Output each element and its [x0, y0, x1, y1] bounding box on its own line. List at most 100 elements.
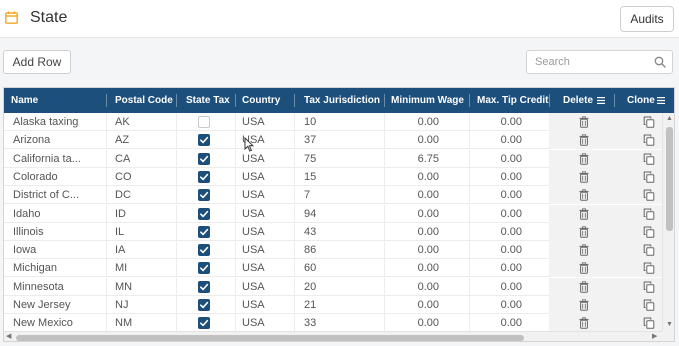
cell-name[interactable]: New Jersey	[13, 296, 105, 314]
cell-max-tip-credit[interactable]: 0.00	[469, 168, 522, 186]
cell-minimum-wage[interactable]: 0.00	[384, 296, 439, 314]
cell-country[interactable]: USA	[242, 296, 292, 314]
cell-minimum-wage[interactable]: 0.00	[384, 259, 439, 277]
cell-max-tip-credit[interactable]: 0.00	[469, 186, 522, 204]
cell-max-tip-credit[interactable]: 0.00	[469, 205, 522, 223]
cell-tax-jurisdiction[interactable]: 43	[304, 223, 384, 241]
table-row[interactable]: Alaska taxing AK USA 10 0.00 0.00	[4, 113, 662, 131]
table-row[interactable]: Idaho ID USA 94 0.00 0.00	[4, 204, 662, 223]
cell-max-tip-credit[interactable]: 0.00	[469, 241, 522, 259]
cell-postal-code[interactable]: NJ	[115, 296, 175, 314]
cell-country[interactable]: USA	[242, 168, 292, 186]
column-header-minimum-wage[interactable]: Minimum Wage	[384, 88, 464, 113]
state-tax-checkbox[interactable]	[198, 116, 210, 128]
trash-icon[interactable]	[578, 281, 590, 293]
cell-minimum-wage[interactable]: 0.00	[384, 186, 439, 204]
cell-name[interactable]: Michigan	[13, 259, 105, 277]
column-header-postal-code[interactable]: Postal Code	[108, 88, 173, 113]
cell-tax-jurisdiction[interactable]: 37	[304, 131, 384, 149]
cell-max-tip-credit[interactable]: 0.00	[469, 296, 522, 314]
cell-postal-code[interactable]: IA	[115, 241, 175, 259]
cell-max-tip-credit[interactable]: 0.00	[469, 259, 522, 277]
state-tax-checkbox[interactable]	[198, 299, 210, 311]
cell-max-tip-credit[interactable]: 0.00	[469, 150, 522, 168]
search-input[interactable]	[535, 54, 645, 70]
table-row[interactable]: Minnesota MN USA 20 0.00 0.00	[4, 277, 662, 296]
cell-minimum-wage[interactable]: 0.00	[384, 131, 439, 149]
column-menu-icon[interactable]	[597, 96, 606, 104]
cell-name[interactable]: Illinois	[13, 223, 105, 241]
clone-icon[interactable]	[643, 244, 655, 256]
clone-icon[interactable]	[643, 134, 655, 147]
column-header-tax-jurisdiction[interactable]: Tax Jurisdiction	[297, 88, 380, 113]
cell-max-tip-credit[interactable]: 0.00	[469, 223, 522, 241]
state-tax-checkbox[interactable]	[198, 244, 210, 257]
cell-country[interactable]: USA	[242, 259, 292, 277]
trash-icon[interactable]	[578, 226, 590, 238]
clone-icon[interactable]	[643, 317, 655, 330]
cell-tax-jurisdiction[interactable]: 21	[304, 296, 384, 314]
cell-tax-jurisdiction[interactable]: 94	[304, 205, 384, 223]
cell-minimum-wage[interactable]: 0.00	[384, 314, 439, 331]
column-header-clone[interactable]: Clone	[620, 88, 665, 113]
clone-icon[interactable]	[643, 226, 655, 238]
cell-country[interactable]: USA	[242, 186, 292, 204]
cell-country[interactable]: USA	[242, 314, 292, 331]
cell-max-tip-credit[interactable]: 0.00	[469, 278, 522, 296]
cell-postal-code[interactable]: CO	[115, 168, 175, 186]
trash-icon[interactable]	[578, 116, 590, 128]
column-header-max-tip-credit[interactable]: Max. Tip Credit	[470, 88, 549, 113]
trash-icon[interactable]	[578, 171, 590, 183]
state-tax-checkbox[interactable]	[198, 134, 210, 147]
cell-minimum-wage[interactable]: 0.00	[384, 223, 439, 241]
column-divider[interactable]	[294, 94, 295, 107]
table-row[interactable]: New Jersey NJ USA 21 0.00 0.00	[4, 296, 662, 314]
cell-country[interactable]: USA	[242, 241, 292, 259]
column-header-name[interactable]: Name	[4, 88, 38, 113]
trash-icon[interactable]	[578, 299, 590, 311]
cell-tax-jurisdiction[interactable]: 60	[304, 259, 384, 277]
cell-tax-jurisdiction[interactable]: 7	[304, 186, 384, 204]
clone-icon[interactable]	[643, 208, 655, 220]
cell-tax-jurisdiction[interactable]: 15	[304, 168, 384, 186]
scroll-left-arrow-icon[interactable]: ◀	[6, 333, 11, 341]
cell-max-tip-credit[interactable]: 0.00	[469, 131, 522, 149]
column-header-state-tax[interactable]: State Tax	[179, 88, 230, 113]
state-tax-checkbox[interactable]	[198, 262, 210, 275]
column-divider[interactable]	[614, 94, 615, 107]
cell-name[interactable]: New Mexico	[13, 314, 105, 331]
trash-icon[interactable]	[578, 152, 590, 165]
column-divider[interactable]	[549, 94, 550, 107]
cell-postal-code[interactable]: CA	[115, 150, 175, 168]
scroll-up-arrow-icon[interactable]: ▲	[666, 115, 673, 123]
cell-postal-code[interactable]: AZ	[115, 131, 175, 149]
cell-postal-code[interactable]: AK	[115, 113, 175, 131]
cell-postal-code[interactable]: IL	[115, 223, 175, 241]
table-row[interactable]: Iowa IA USA 86 0.00 0.00	[4, 241, 662, 260]
cell-minimum-wage[interactable]: 0.00	[384, 168, 439, 186]
clone-icon[interactable]	[643, 262, 655, 275]
table-row[interactable]: Arizona AZ USA 37 0.00 0.00	[4, 131, 662, 150]
cell-name[interactable]: Idaho	[13, 205, 105, 223]
table-row[interactable]: Colorado CO USA 15 0.00 0.00	[4, 167, 662, 186]
clone-icon[interactable]	[643, 281, 655, 293]
cell-tax-jurisdiction[interactable]: 10	[304, 113, 384, 131]
state-tax-checkbox[interactable]	[198, 317, 210, 330]
clone-icon[interactable]	[643, 153, 655, 165]
search-icon[interactable]	[654, 56, 666, 68]
column-menu-icon[interactable]	[656, 96, 665, 104]
cell-tax-jurisdiction[interactable]: 20	[304, 278, 384, 296]
column-divider[interactable]	[176, 94, 177, 107]
column-header-country[interactable]: Country	[235, 88, 280, 113]
cell-postal-code[interactable]: MI	[115, 259, 175, 277]
table-row[interactable]: District of C... DC USA 7 0.00 0.00	[4, 186, 662, 205]
cell-minimum-wage[interactable]: 0.00	[384, 205, 439, 223]
vertical-scroll-thumb[interactable]	[666, 127, 673, 231]
trash-icon[interactable]	[578, 317, 590, 329]
clone-icon[interactable]	[643, 189, 655, 201]
cell-postal-code[interactable]: MN	[115, 278, 175, 296]
cell-max-tip-credit[interactable]: 0.00	[469, 113, 522, 131]
cell-name[interactable]: Iowa	[13, 241, 105, 259]
cell-minimum-wage[interactable]: 0.00	[384, 241, 439, 259]
cell-minimum-wage[interactable]: 6.75	[384, 150, 439, 168]
